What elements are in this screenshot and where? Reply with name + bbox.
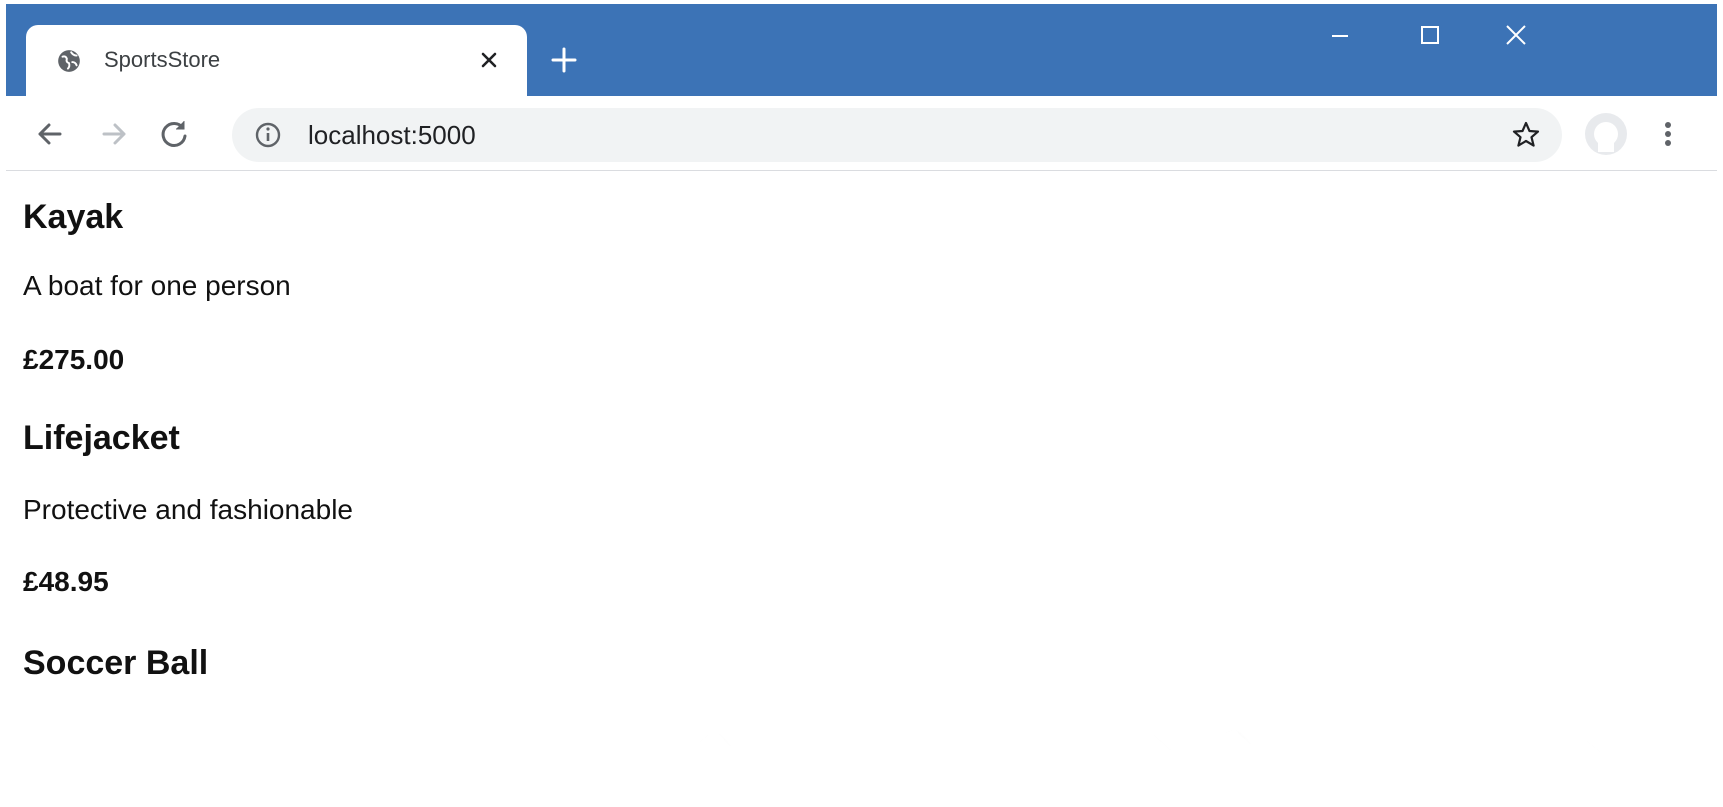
reload-button[interactable]	[154, 114, 194, 154]
globe-icon	[58, 50, 80, 72]
arrow-left-icon	[38, 123, 62, 145]
browser-window: SportsStore localhost:5000 Kayak A boat …	[6, 4, 1717, 807]
reload-icon	[161, 121, 187, 147]
maximize-icon	[1421, 26, 1439, 44]
product-name: Lifejacket	[23, 419, 180, 457]
more-vert-icon[interactable]	[1653, 114, 1683, 154]
close-icon	[481, 52, 497, 68]
star-icon[interactable]	[1510, 119, 1542, 151]
product-description-text: A boat for one person	[23, 270, 291, 301]
product-price-text: £275.00	[23, 344, 125, 375]
tab-title: SportsStore	[104, 47, 221, 72]
page-content: Kayak A boat for one person £275.00 Life…	[6, 171, 1717, 807]
product-item: Kayak	[23, 197, 123, 237]
product-description: Protective and fashionable	[23, 493, 353, 527]
browser-tab[interactable]: SportsStore	[26, 25, 527, 96]
product-item: Soccer Ball	[23, 643, 208, 683]
product-price: £48.95	[23, 565, 109, 599]
minimize-icon	[1332, 35, 1348, 37]
close-icon	[1506, 25, 1526, 45]
product-description-text: Protective and fashionable	[23, 494, 353, 525]
address-bar[interactable]: localhost:5000	[232, 108, 1562, 162]
close-window-button[interactable]	[1494, 16, 1538, 56]
product-name: Kayak	[23, 198, 124, 236]
new-tab-button[interactable]	[544, 40, 584, 80]
product-description: A boat for one person	[23, 269, 291, 303]
close-tab-button[interactable]	[474, 45, 504, 75]
forward-button[interactable]	[94, 114, 134, 154]
title-bar: SportsStore	[6, 4, 1717, 96]
profile-avatar-icon[interactable]	[1584, 112, 1628, 156]
product-price-text: £48.95	[23, 566, 109, 597]
plus-icon	[551, 47, 577, 73]
product-price: £275.00	[23, 343, 124, 377]
torn-paper-edge	[0, 730, 1723, 807]
back-button[interactable]	[30, 114, 70, 154]
maximize-button[interactable]	[1408, 16, 1452, 56]
arrow-right-icon	[102, 123, 126, 145]
product-name: Soccer Ball	[23, 644, 209, 682]
product-item: Lifejacket	[23, 418, 180, 458]
url-text[interactable]: localhost:5000	[308, 119, 476, 151]
browser-toolbar: localhost:5000	[6, 96, 1717, 171]
minimize-button[interactable]	[1318, 16, 1362, 56]
info-icon[interactable]	[254, 121, 282, 149]
